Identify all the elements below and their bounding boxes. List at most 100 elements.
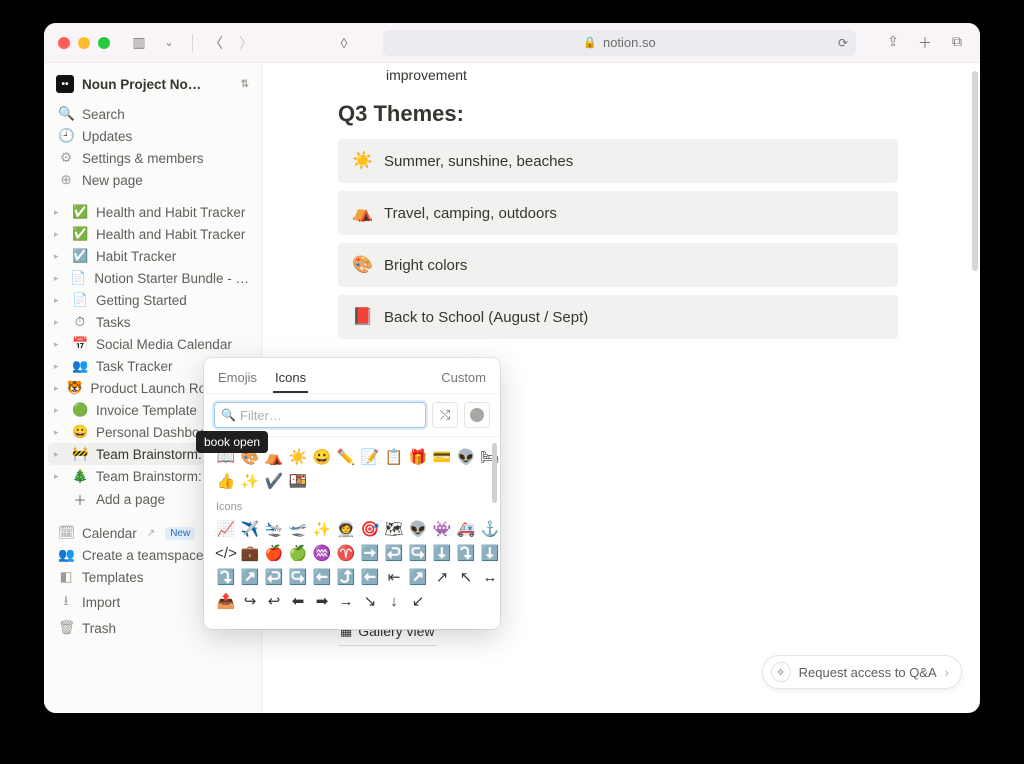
icon-option[interactable]: ✨ <box>312 519 332 539</box>
request-qa-button[interactable]: ✧ Request access to Q&A › <box>762 655 962 689</box>
icon-option[interactable]: ↖ <box>456 567 476 587</box>
icon-color-button[interactable] <box>464 402 490 428</box>
share-icon[interactable]: ⇪ <box>884 33 902 53</box>
icon-option[interactable]: ↪️ <box>288 567 308 587</box>
window-controls[interactable] <box>58 37 110 49</box>
disclosure-icon[interactable]: ▸ <box>54 427 64 438</box>
icon-option[interactable]: ⬅️ <box>360 567 380 587</box>
icon-option[interactable]: 🚑 <box>456 519 476 539</box>
new-tab-icon[interactable]: ＋ <box>916 33 934 53</box>
reload-icon[interactable]: ⟳ <box>838 36 848 50</box>
disclosure-icon[interactable]: ▸ <box>54 383 59 394</box>
icon-option[interactable]: ⚓ <box>480 519 500 539</box>
icon-option[interactable]: 🛏 <box>480 447 500 467</box>
icon-option[interactable]: ↗ <box>432 567 452 587</box>
disclosure-icon[interactable]: ▸ <box>54 339 64 350</box>
icon-option[interactable]: ➡️ <box>360 543 380 563</box>
disclosure-icon[interactable]: ▸ <box>54 449 64 460</box>
sidebar-page[interactable]: ▸📄Notion Starter Bundle - … <box>48 267 257 289</box>
tab-icons[interactable]: Icons <box>273 366 308 393</box>
sidebar-page[interactable]: ▸📅Social Media Calendar <box>48 333 257 355</box>
icon-option[interactable]: 🍏 <box>288 543 308 563</box>
disclosure-icon[interactable]: ▸ <box>54 295 64 306</box>
icon-option[interactable]: 📈 <box>216 519 236 539</box>
disclosure-icon[interactable]: ▸ <box>54 273 62 284</box>
callout-block[interactable]: ☀️Summer, sunshine, beaches <box>338 139 898 183</box>
callout-block[interactable]: 📕Back to School (August / Sept) <box>338 295 898 339</box>
icon-option[interactable]: 😀 <box>312 447 332 467</box>
sidebar-page[interactable]: ▸⏱Tasks <box>48 311 257 333</box>
icon-option[interactable]: ↗️ <box>408 567 428 587</box>
callout-icon[interactable]: ☀️ <box>352 151 372 171</box>
icon-option[interactable]: 💼 <box>240 543 260 563</box>
disclosure-icon[interactable]: ▸ <box>54 251 64 262</box>
disclosure-icon[interactable]: ▸ <box>54 317 64 328</box>
address-bar[interactable]: 🔒 notion.so ⟳ <box>383 30 856 56</box>
callout-icon[interactable]: 🎨 <box>352 255 372 275</box>
icon-option[interactable]: ⤴️ <box>336 567 356 587</box>
icon-option[interactable]: ↗️ <box>240 567 260 587</box>
icon-option[interactable]: ➡ <box>312 591 332 611</box>
icon-option[interactable]: ☀️ <box>288 447 308 467</box>
callout-block[interactable]: ⛺Travel, camping, outdoors <box>338 191 898 235</box>
icon-option[interactable]: ↩️ <box>384 543 404 563</box>
nav-updates[interactable]: 🕘Updates <box>48 125 257 147</box>
icon-option[interactable]: ✏️ <box>336 447 356 467</box>
icon-option[interactable]: ↔ <box>480 567 500 587</box>
nav-settings[interactable]: ⚙Settings & members <box>48 147 257 169</box>
icon-filter-input[interactable]: 🔍 Filter… <box>214 402 426 428</box>
icon-option[interactable]: 🛫 <box>288 519 308 539</box>
icon-option[interactable]: 🍱 <box>288 471 308 491</box>
shuffle-button[interactable]: ⤭ <box>432 402 458 428</box>
icon-option[interactable]: 🎁 <box>408 447 428 467</box>
icon-option[interactable]: ♈ <box>336 543 356 563</box>
icon-option[interactable]: 📝 <box>360 447 380 467</box>
icon-option[interactable]: ↘ <box>360 591 380 611</box>
icon-option[interactable]: ↩️ <box>264 567 284 587</box>
disclosure-icon[interactable]: ▸ <box>54 361 64 372</box>
callout-block[interactable]: 🎨Bright colors <box>338 243 898 287</box>
icon-option[interactable]: ⇤ <box>384 567 404 587</box>
icon-option[interactable]: ✈️ <box>240 519 260 539</box>
callout-icon[interactable]: 📕 <box>352 307 372 327</box>
tabs-icon[interactable]: ⧉ <box>948 33 966 53</box>
disclosure-icon[interactable]: ▸ <box>54 405 64 416</box>
icon-option[interactable]: ♒ <box>312 543 332 563</box>
sidebar-toggle-icon[interactable]: ▥ <box>128 32 150 54</box>
disclosure-icon[interactable]: ▸ <box>54 229 64 240</box>
disclosure-icon[interactable]: ▸ <box>54 471 64 482</box>
sidebar-page[interactable]: ▸☑️Habit Tracker <box>48 245 257 267</box>
icon-option[interactable]: ⬅️ <box>312 567 332 587</box>
icon-option[interactable]: ↩ <box>264 591 284 611</box>
sidebar-page[interactable]: ▸📄Getting Started <box>48 289 257 311</box>
callout-icon[interactable]: ⛺ <box>352 203 372 223</box>
disclosure-icon[interactable]: ▸ <box>54 207 64 218</box>
icon-option[interactable]: 🧑‍🚀 <box>336 519 356 539</box>
shield-icon[interactable]: ◊ <box>333 32 355 54</box>
icon-option[interactable]: 🎯 <box>360 519 380 539</box>
picker-scrollbar[interactable] <box>492 443 497 503</box>
nav-forward-icon[interactable]: 〉 <box>235 32 257 54</box>
icon-option[interactable]: ↪️ <box>408 543 428 563</box>
icon-option[interactable]: ✨ <box>240 471 260 491</box>
icon-option[interactable]: ⬅ <box>288 591 308 611</box>
icon-option[interactable]: ⤵️ <box>216 567 236 587</box>
nav-back-icon[interactable]: 〈 <box>205 32 227 54</box>
icon-option[interactable]: 📋 <box>384 447 404 467</box>
icon-option[interactable]: ⤵️ <box>456 543 476 563</box>
icon-option[interactable]: ↪ <box>240 591 260 611</box>
icon-option[interactable]: ⬇️ <box>432 543 452 563</box>
nav-search[interactable]: 🔍Search <box>48 103 257 125</box>
sidebar-page[interactable]: ▸✅Health and Habit Tracker <box>48 201 257 223</box>
icon-option[interactable]: 👾 <box>432 519 452 539</box>
icon-option[interactable]: 👍 <box>216 471 236 491</box>
workspace-switcher[interactable]: •• Noun Project No… ⇅ <box>48 71 257 97</box>
nav-new-page[interactable]: ⊕New page <box>48 169 257 191</box>
icon-option[interactable]: ↙ <box>408 591 428 611</box>
icon-option[interactable]: 👽 <box>456 447 476 467</box>
icon-option[interactable]: </> <box>216 543 236 563</box>
icon-option[interactable]: ✔️ <box>264 471 284 491</box>
tab-custom[interactable]: Custom <box>439 366 488 393</box>
sidebar-page[interactable]: ▸✅Health and Habit Tracker <box>48 223 257 245</box>
tab-emojis[interactable]: Emojis <box>216 366 259 393</box>
